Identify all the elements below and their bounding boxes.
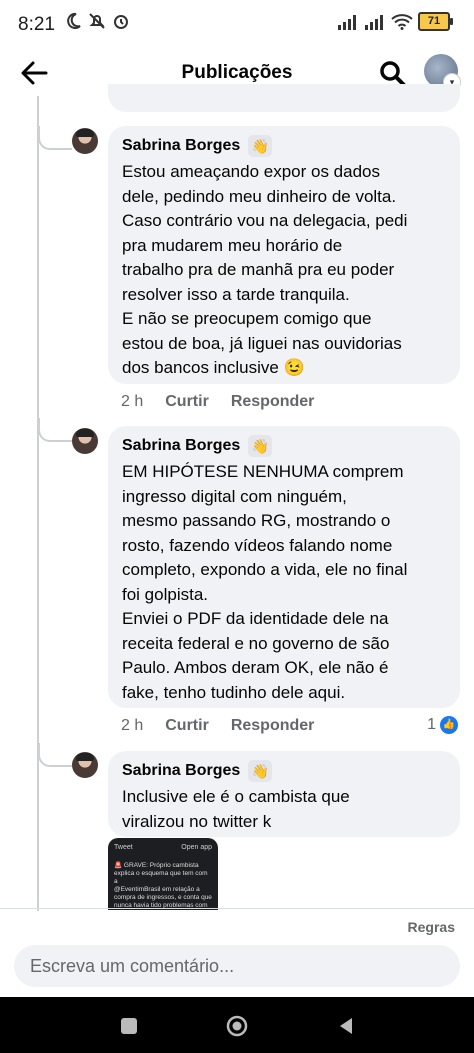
status-time: 8:21 xyxy=(18,14,55,35)
reply-button[interactable]: Responder xyxy=(231,393,315,411)
reply-button[interactable]: Responder xyxy=(231,717,315,735)
reply-connector xyxy=(38,126,72,150)
comment-bubble[interactable]: Sabrina Borges 👋 Estou ameaçando expor o… xyxy=(108,126,460,384)
signal-icon xyxy=(365,14,383,30)
battery-icon: 71 xyxy=(418,12,453,31)
avatar[interactable] xyxy=(72,752,98,778)
moon-icon xyxy=(67,12,81,29)
comment-author[interactable]: Sabrina Borges xyxy=(122,137,240,155)
back-triangle-icon[interactable] xyxy=(335,1015,357,1037)
wifi-icon xyxy=(391,13,413,30)
attachment-header-right: Open app xyxy=(181,844,212,851)
thread-line xyxy=(37,96,39,911)
status-icons-left xyxy=(64,12,130,30)
waving-hand-icon: 👋 xyxy=(248,760,273,782)
attachment-header: Tweet Open app xyxy=(114,844,212,851)
attached-screenshot[interactable]: Tweet Open app 🚨 GRAVE: Próprio cambista… xyxy=(108,838,218,910)
previous-comment-bubble xyxy=(108,84,460,112)
home-icon[interactable] xyxy=(226,1015,248,1037)
attachment-header-left: Tweet xyxy=(114,844,133,851)
status-bar: 8:21 71 xyxy=(0,0,474,50)
rules-link[interactable]: Regras xyxy=(408,919,455,935)
recent-apps-icon[interactable] xyxy=(118,1015,140,1037)
comment-actions: 2 h Curtir Responder xyxy=(121,717,314,735)
system-nav-bar xyxy=(0,997,474,1053)
divider xyxy=(0,908,474,909)
status-icons-right: 71 xyxy=(337,12,453,31)
like-button[interactable]: Curtir xyxy=(165,393,209,411)
avatar[interactable] xyxy=(72,428,98,454)
reply-connector xyxy=(38,418,72,442)
comment-input[interactable]: Escreva um comentário... xyxy=(14,945,460,987)
profile-avatar[interactable]: ▾ xyxy=(424,54,461,91)
avatar[interactable] xyxy=(72,128,98,154)
comment-text: EM HIPÓTESE NENHUMA comprem ingresso dig… xyxy=(122,462,408,702)
waving-hand-icon: 👋 xyxy=(248,435,273,457)
alarm-icon xyxy=(114,15,128,29)
comment-text: Estou ameaçando expor os dados dele, ped… xyxy=(122,162,408,377)
reply-connector xyxy=(38,743,72,767)
reaction-count[interactable]: 1 👍 xyxy=(427,716,458,734)
comment-bubble[interactable]: Sabrina Borges 👋 EM HIPÓTESE NENHUMA com… xyxy=(108,426,460,708)
comment-actions: 2 h Curtir Responder xyxy=(121,393,314,411)
reaction-number: 1 xyxy=(427,716,436,733)
like-button[interactable]: Curtir xyxy=(165,717,209,735)
like-reaction-icon: 👍 xyxy=(440,716,458,734)
comment-time: 2 h xyxy=(121,717,144,734)
attachment-text: 🚨 GRAVE: Próprio cambista explica o esqu… xyxy=(114,862,212,909)
signal-icon xyxy=(338,14,356,30)
waving-hand-icon: 👋 xyxy=(248,135,273,157)
comment-author[interactable]: Sabrina Borges xyxy=(122,437,240,455)
comment-author[interactable]: Sabrina Borges xyxy=(122,762,240,780)
comment-text: Inclusive ele é o cambista que viralizou… xyxy=(122,787,350,831)
notifications-muted-icon xyxy=(89,13,105,29)
comment-time: 2 h xyxy=(121,393,144,410)
comment-bubble[interactable]: Sabrina Borges 👋 Inclusive ele é o cambi… xyxy=(108,751,460,837)
